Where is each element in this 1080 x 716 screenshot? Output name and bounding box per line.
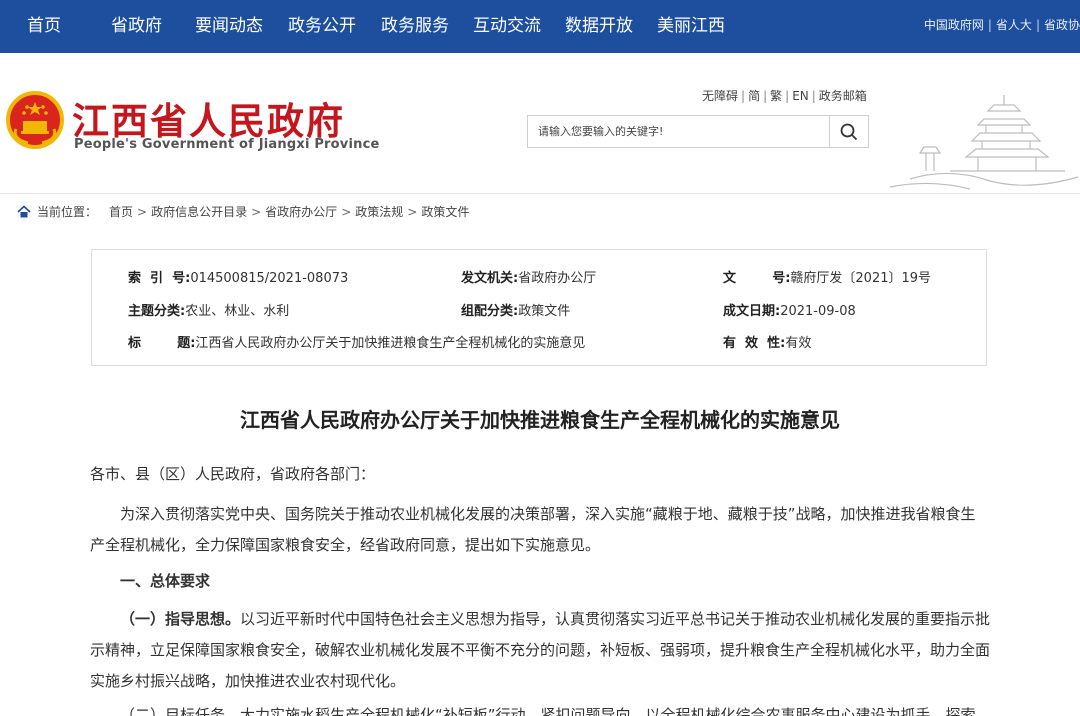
nav-item-services[interactable]: 政务服务 xyxy=(381,0,449,53)
meta-category-label: 组配分类: xyxy=(461,304,519,319)
meta-docno-label: 文 号: xyxy=(723,271,791,286)
national-emblem-icon xyxy=(6,91,64,149)
link-provincial-cppcc[interactable]: 省政协 xyxy=(1044,18,1080,32)
nav-item-province-gov[interactable]: 省政府 xyxy=(111,0,162,53)
separator: | xyxy=(785,89,790,103)
meta-issuer-value: 省政府办公厅 xyxy=(518,271,597,286)
article-title: 江西省人民政府办公厅关于加快推进粮食生产全程机械化的实施意见 xyxy=(240,408,840,432)
home-icon xyxy=(17,204,31,217)
link-english[interactable]: EN xyxy=(792,89,809,103)
breadcrumb-info-catalog[interactable]: 政府信息公开目录 xyxy=(151,203,247,220)
goal-para-partial: （二）目标任务。大力实施水稻生产全程机械化“补短板”行动，紧扣问题导向，以全程机… xyxy=(120,706,976,716)
site-header: 江西省人民政府 People's Government of Jiangxi P… xyxy=(0,53,1080,194)
tengwang-pavilion-illustration xyxy=(890,95,1079,190)
nav-item-news[interactable]: 要闻动态 xyxy=(195,0,263,53)
breadcrumb-arrow-icon: > xyxy=(407,204,418,219)
breadcrumb-general-office[interactable]: 省政府办公厅 xyxy=(265,203,337,220)
search-box xyxy=(527,115,869,148)
meta-topic: 主题分类:农业、林业、水利 xyxy=(128,300,289,319)
meta-index-value: 014500815/2021-08073 xyxy=(190,271,349,286)
section-heading-1: 一、总体要求 xyxy=(120,572,211,590)
article-para-1-line-1: 为深入贯彻落实党中央、国务院关于推动农业机械化发展的决策部署，深入实施“藏粮于地… xyxy=(120,505,976,523)
meta-docno: 文 号:赣府厅发〔2021〕19号 xyxy=(723,267,931,286)
nav-item-open-gov[interactable]: 政务公开 xyxy=(288,0,356,53)
guide-para-line-1: （一）指导思想。以习近平新时代中国特色社会主义思想为指导，认真贯彻落实习近平总书… xyxy=(90,602,990,636)
link-china-gov[interactable]: 中国政府网 xyxy=(924,18,984,32)
search-icon xyxy=(840,123,858,140)
breadcrumb-arrow-icon: > xyxy=(251,204,262,219)
separator: | xyxy=(987,18,992,32)
search-button[interactable] xyxy=(829,116,868,147)
meta-docno-value: 赣府厅发〔2021〕19号 xyxy=(790,271,932,286)
meta-topic-label: 主题分类: xyxy=(128,304,186,319)
meta-validity: 有 效 性:有效 xyxy=(723,332,811,351)
meta-date: 成文日期:2021-09-08 xyxy=(723,300,856,319)
meta-index: 索 引 号:014500815/2021-08073 xyxy=(128,267,348,286)
guide-para-line-2: 示精神，立足保障国家粮食安全，破解农业机械化发展不平衡不充分的问题，补短板、强弱… xyxy=(90,641,991,659)
breadcrumb-home[interactable]: 首页 xyxy=(109,203,133,220)
meta-validity-label: 有 效 性: xyxy=(723,336,786,351)
breadcrumb-policy-docs[interactable]: 政策文件 xyxy=(421,203,469,220)
top-external-links: 中国政府网 | 省人大 | 省政协 xyxy=(924,0,1080,53)
meta-issuer-label: 发文机关: xyxy=(461,271,519,286)
meta-category: 组配分类:政策文件 xyxy=(461,300,570,319)
guide-text: 以习近平新时代中国特色社会主义思想为指导，认真贯彻落实习近平总书记关于推动农业机… xyxy=(240,610,991,628)
meta-topic-value: 农业、林业、水利 xyxy=(185,304,290,319)
breadcrumb-arrow-icon: > xyxy=(137,204,148,219)
link-traditional[interactable]: 繁 xyxy=(770,89,782,103)
breadcrumb-policies[interactable]: 政策法规 xyxy=(355,203,403,220)
link-gov-mail[interactable]: 政务邮箱 xyxy=(819,89,867,103)
link-accessibility[interactable]: 无障碍 xyxy=(702,89,738,103)
link-provincial-congress[interactable]: 省人大 xyxy=(996,18,1032,32)
link-simplified[interactable]: 简 xyxy=(748,89,760,103)
breadcrumb-arrow-icon: > xyxy=(341,204,352,219)
top-nav-bar: 首页 省政府 要闻动态 政务公开 政务服务 互动交流 数据开放 美丽江西 中国政… xyxy=(0,0,1080,53)
meta-category-value: 政策文件 xyxy=(518,304,571,319)
article-salutation: 各市、县（区）人民政府，省政府各部门： xyxy=(90,465,376,483)
site-subtitle: People's Government of Jiangxi Province xyxy=(74,137,380,152)
guide-para-line-3: 实施乡村振兴战略，加快推进农业农村现代化。 xyxy=(90,672,406,690)
breadcrumb-label: 当前位置： xyxy=(37,205,98,219)
nav-item-interaction[interactable]: 互动交流 xyxy=(473,0,541,53)
utility-links: 无障碍 | 简 | 繁 | EN | 政务邮箱 xyxy=(702,87,867,104)
separator: | xyxy=(811,89,816,103)
meta-title-label: 标 题: xyxy=(128,336,196,351)
separator: | xyxy=(741,89,746,103)
guide-label: （一）指导思想。 xyxy=(120,610,241,628)
nav-item-home[interactable]: 首页 xyxy=(27,0,61,53)
document-metadata-box: 索 引 号:014500815/2021-08073 发文机关:省政府办公厅 文… xyxy=(91,249,987,366)
meta-validity-value: 有效 xyxy=(785,336,812,351)
nav-item-open-data[interactable]: 数据开放 xyxy=(565,0,633,53)
breadcrumb: 当前位置： 首页 > 政府信息公开目录 > 省政府办公厅 > 政策法规 > 政策… xyxy=(17,203,469,220)
meta-date-value: 2021-09-08 xyxy=(780,304,856,319)
nav-item-beautiful-jiangxi[interactable]: 美丽江西 xyxy=(657,0,725,53)
meta-title-value: 江西省人民政府办公厅关于加快推进粮食生产全程机械化的实施意见 xyxy=(195,336,586,351)
meta-date-label: 成文日期: xyxy=(723,304,781,319)
meta-issuer: 发文机关:省政府办公厅 xyxy=(461,267,596,286)
meta-index-label: 索 引 号: xyxy=(128,271,191,286)
article-para-1-line-2: 产全程机械化，全力保障国家粮食安全，经省政府同意，提出如下实施意见。 xyxy=(90,536,601,554)
separator: | xyxy=(763,89,768,103)
search-input[interactable] xyxy=(528,116,830,147)
meta-title: 标 题:江西省人民政府办公厅关于加快推进粮食生产全程机械化的实施意见 xyxy=(128,332,585,351)
separator: | xyxy=(1035,18,1040,32)
